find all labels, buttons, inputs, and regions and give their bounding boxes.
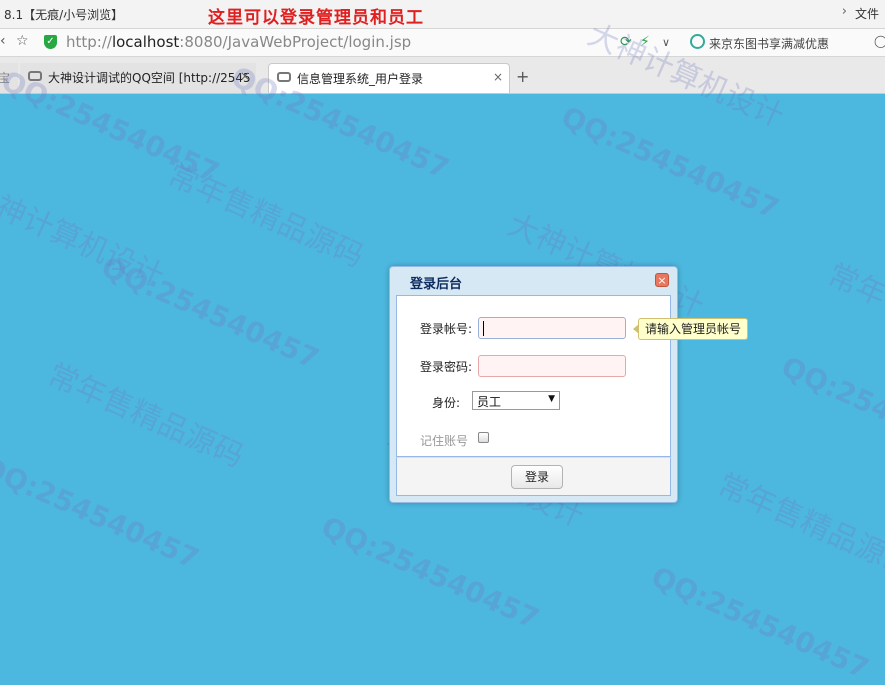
- close-icon[interactable]: ×: [493, 70, 503, 84]
- chevron-right-icon[interactable]: ›: [842, 4, 847, 19]
- watermark: QQ:254540457: [776, 350, 885, 476]
- tab-page-icon: [277, 72, 291, 82]
- password-label: 登录密码:: [420, 360, 473, 374]
- watermark: 常年售精品源码: [162, 157, 369, 275]
- tooltip-text: 请输入管理员帐号: [645, 322, 742, 336]
- login-dialog: 登录后台 × 登录帐号: 登录密码: 身份: 员工 ▼ 记住账号 登录: [389, 266, 678, 503]
- password-input[interactable]: [478, 355, 626, 377]
- tab-label: 大神设计调试的QQ空间 [http://2545: [48, 71, 251, 85]
- lightning-icon[interactable]: ⚡: [640, 34, 650, 50]
- tab-user-login[interactable]: 信息管理系统_用户登录 ×: [268, 63, 510, 93]
- bookmark-star-icon[interactable]: ☆: [16, 33, 29, 49]
- dialog-title: 登录后台: [410, 277, 463, 292]
- back-icon[interactable]: ‹: [0, 33, 6, 49]
- annotation-text: 这里可以登录管理员和员工: [208, 8, 424, 28]
- validation-tooltip: 请输入管理员帐号: [633, 318, 749, 340]
- watermark: QQ:254540457: [316, 510, 544, 636]
- address-bar: ‹ ☆ ✓ http://localhost:8080/JavaWebProje…: [0, 29, 885, 57]
- tab-qq-zone[interactable]: 大神设计调试的QQ空间 [http://2545 ×: [20, 63, 256, 93]
- search-icon[interactable]: ◯: [874, 34, 885, 48]
- tab-partial[interactable]: 宝: [0, 63, 18, 93]
- watermark: 常年售精品源码: [712, 467, 885, 585]
- login-button[interactable]: 登录: [511, 465, 563, 489]
- new-tab-icon[interactable]: +: [516, 67, 529, 86]
- dialog-footer: 登录: [396, 457, 671, 496]
- chevron-down-icon: ▼: [548, 394, 555, 404]
- tab-bar: 宝 大神设计调试的QQ空间 [http://2545 × 信息管理系统_用户登录…: [0, 57, 885, 94]
- remember-label: 记住账号: [420, 434, 469, 448]
- text-caret: [483, 321, 484, 336]
- watermark: 大神计算机设计: [0, 177, 169, 295]
- account-label: 登录帐号:: [420, 322, 473, 336]
- watermark: QQ:254540457: [0, 450, 204, 576]
- search-engine-icon[interactable]: [690, 34, 705, 49]
- role-label: 身份:: [432, 396, 461, 410]
- tooltip-arrow: [633, 324, 639, 334]
- tab-label: 信息管理系统_用户登录: [297, 72, 424, 86]
- url-field[interactable]: http://localhost:8080/JavaWebProject/log…: [66, 33, 411, 51]
- watermark: QQ:254540457: [96, 250, 324, 376]
- watermark: 常年售精品源码: [42, 357, 249, 475]
- security-shield-icon: ✓: [44, 35, 57, 49]
- watermark: QQ:254540457: [646, 560, 874, 685]
- close-icon[interactable]: ×: [240, 69, 250, 83]
- role-select[interactable]: 员工 ▼: [472, 391, 560, 410]
- account-input[interactable]: [478, 317, 626, 339]
- close-icon[interactable]: ×: [655, 273, 669, 287]
- watermark: 常年售精品源码: [822, 257, 885, 375]
- window-title-bar: 8.1【无痕/小号浏览】 这里可以登录管理员和员工 › 文件: [0, 0, 885, 29]
- watermark: QQ:254540457: [556, 100, 784, 226]
- search-hint[interactable]: 来京东图书享满减优惠: [709, 35, 829, 52]
- window-title: 8.1【无痕/小号浏览】: [4, 8, 124, 22]
- file-menu[interactable]: 文件: [855, 5, 879, 22]
- login-form: 登录帐号: 登录密码: 身份: 员工 ▼ 记住账号: [396, 295, 671, 457]
- tab-page-icon: [28, 71, 42, 81]
- dropdown-chevron-icon[interactable]: ∨: [662, 36, 670, 49]
- remember-checkbox[interactable]: [478, 432, 489, 443]
- refresh-icon[interactable]: ⟳: [620, 34, 632, 50]
